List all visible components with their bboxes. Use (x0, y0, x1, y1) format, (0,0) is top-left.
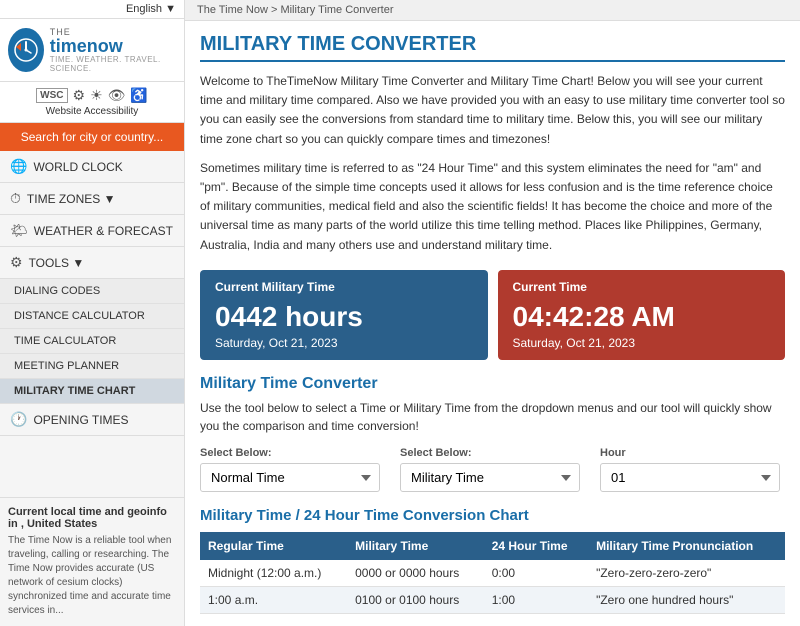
meeting-planner-label: MEETING PLANNER (14, 360, 119, 372)
distance-calculator-label: DISTANCE CALCULATOR (14, 310, 145, 322)
select-label-2: Select Below: (400, 447, 580, 459)
converter-section-title: Military Time Converter (200, 375, 785, 393)
logo-name: timenow (50, 37, 176, 55)
tools-icon: ⚙ (10, 254, 23, 271)
table-row: Midnight (12:00 a.m.)0000 or 0000 hours0… (200, 560, 785, 587)
accessibility-icon[interactable]: ♿ (130, 87, 147, 104)
sidebar-item-weather[interactable]: 🌤 WEATHER & FORECAST (0, 215, 184, 247)
main-content: The Time Now > Military Time Converter M… (185, 0, 800, 626)
weather-icon: 🌤 (10, 222, 28, 239)
hour-dropdown[interactable]: 01 02 03 (600, 463, 780, 492)
logo-icon (8, 28, 44, 72)
chart-body: Midnight (12:00 a.m.)0000 or 0000 hours0… (200, 560, 785, 614)
local-info-text: The Time Now is a reliable tool when tra… (8, 534, 176, 618)
normal-time-dropdown[interactable]: Normal Time Military Time (200, 463, 380, 492)
military-time-value: 0442 hours (215, 302, 473, 333)
time-display-boxes: Current Military Time 0442 hours Saturda… (200, 270, 785, 361)
settings-icon[interactable]: ⚙ (73, 87, 86, 104)
weather-label: WEATHER & FORECAST (34, 224, 173, 238)
col-regular-time: Regular Time (200, 532, 347, 560)
world-clock-label: WORLD CLOCK (33, 160, 122, 174)
select-label-1: Select Below: (200, 447, 380, 459)
sidebar: English ▼ THE timenow TIME. WEATHER. TRA… (0, 0, 185, 626)
accessibility-section: WSC ⚙ ☀ 👁 ♿ Website Accessibility (0, 82, 184, 123)
local-info-section: Current local time and geoinfo in , Unit… (0, 497, 184, 626)
wsc-badge: WSC (36, 88, 67, 103)
time-zones-label: TIME ZONES ▼ (27, 192, 116, 206)
time-zones-icon: ⏱ (10, 190, 21, 207)
military-time-chart-label: MILITARY TIME CHART (14, 385, 135, 397)
table-row: 1:00 a.m.0100 or 0100 hours1:00"Zero one… (200, 587, 785, 614)
converter-dropdowns: Select Below: Normal Time Military Time … (200, 447, 785, 492)
current-time-box: Current Time 04:42:28 AM Saturday, Oct 2… (498, 270, 786, 361)
intro-paragraph-1: Welcome to TheTimeNow Military Time Conv… (200, 72, 785, 149)
opening-times-icon: 🕐 (10, 411, 27, 428)
current-time-value: 04:42:28 AM (513, 302, 771, 333)
logo-area: THE timenow TIME. WEATHER. TRAVEL. SCIEN… (0, 19, 184, 82)
intro-paragraph-2: Sometimes military time is referred to a… (200, 159, 785, 255)
military-time-header: Current Military Time (215, 280, 473, 294)
sidebar-item-world-clock[interactable]: 🌐 WORLD CLOCK (0, 151, 184, 183)
col-pronunciation: Military Time Pronunciation (588, 532, 785, 560)
sidebar-item-dialing-codes[interactable]: DIALING CODES (0, 279, 184, 304)
sidebar-item-tools[interactable]: ⚙ TOOLS ▼ (0, 247, 184, 279)
sidebar-item-distance-calculator[interactable]: DISTANCE CALCULATOR (0, 304, 184, 329)
logo-text: THE timenow TIME. WEATHER. TRAVEL. SCIEN… (50, 27, 176, 73)
brightness-icon[interactable]: ☀ (90, 87, 103, 104)
col-24-hour-time: 24 Hour Time (484, 532, 588, 560)
sidebar-item-time-calculator[interactable]: TIME CALCULATOR (0, 329, 184, 354)
chart-header-row: Regular Time Military Time 24 Hour Time … (200, 532, 785, 560)
logo-tagline: TIME. WEATHER. TRAVEL. SCIENCE. (50, 55, 176, 73)
current-time-header: Current Time (513, 280, 771, 294)
chart-title: Military Time / 24 Hour Time Conversion … (200, 507, 785, 524)
language-dropdown-icon: ▼ (165, 3, 176, 15)
hour-label: Hour (600, 447, 780, 459)
military-time-date: Saturday, Oct 21, 2023 (215, 336, 473, 350)
eye-icon[interactable]: 👁 (108, 87, 126, 104)
military-time-box: Current Military Time 0442 hours Saturda… (200, 270, 488, 361)
accessibility-icons: WSC ⚙ ☀ 👁 ♿ (36, 87, 148, 104)
converter-description: Use the tool below to select a Time or M… (200, 399, 785, 435)
search-button[interactable]: Search for city or country... (0, 123, 184, 151)
world-clock-icon: 🌐 (10, 158, 27, 175)
col-military-time: Military Time (347, 532, 484, 560)
local-info-title: Current local time and geoinfo in , Unit… (8, 506, 176, 530)
dropdown-group-1: Select Below: Normal Time Military Time (200, 447, 380, 492)
dialing-codes-label: DIALING CODES (14, 285, 100, 297)
dropdown-group-2: Select Below: Military Time Normal Time (400, 447, 580, 492)
tools-label: TOOLS ▼ (29, 256, 85, 270)
accessibility-label: Website Accessibility (46, 106, 139, 117)
opening-times-label: OPENING TIMES (33, 413, 128, 427)
content-area: MILITARY TIME CONVERTER Welcome to TheTi… (185, 21, 800, 626)
current-time-date: Saturday, Oct 21, 2023 (513, 336, 771, 350)
page-title: MILITARY TIME CONVERTER (200, 33, 785, 62)
sidebar-item-opening-times[interactable]: 🕐 OPENING TIMES (0, 404, 184, 436)
time-calculator-label: TIME CALCULATOR (14, 335, 116, 347)
language-label: English (126, 3, 162, 15)
sidebar-item-time-zones[interactable]: ⏱ TIME ZONES ▼ (0, 183, 184, 215)
sidebar-item-meeting-planner[interactable]: MEETING PLANNER (0, 354, 184, 379)
sidebar-item-military-time-chart[interactable]: MILITARY TIME CHART (0, 379, 184, 404)
military-time-dropdown[interactable]: Military Time Normal Time (400, 463, 580, 492)
language-selector[interactable]: English ▼ (0, 0, 184, 19)
dropdown-group-hour: Hour 01 02 03 (600, 447, 780, 492)
breadcrumb: The Time Now > Military Time Converter (185, 0, 800, 21)
conversion-chart-table: Regular Time Military Time 24 Hour Time … (200, 532, 785, 614)
